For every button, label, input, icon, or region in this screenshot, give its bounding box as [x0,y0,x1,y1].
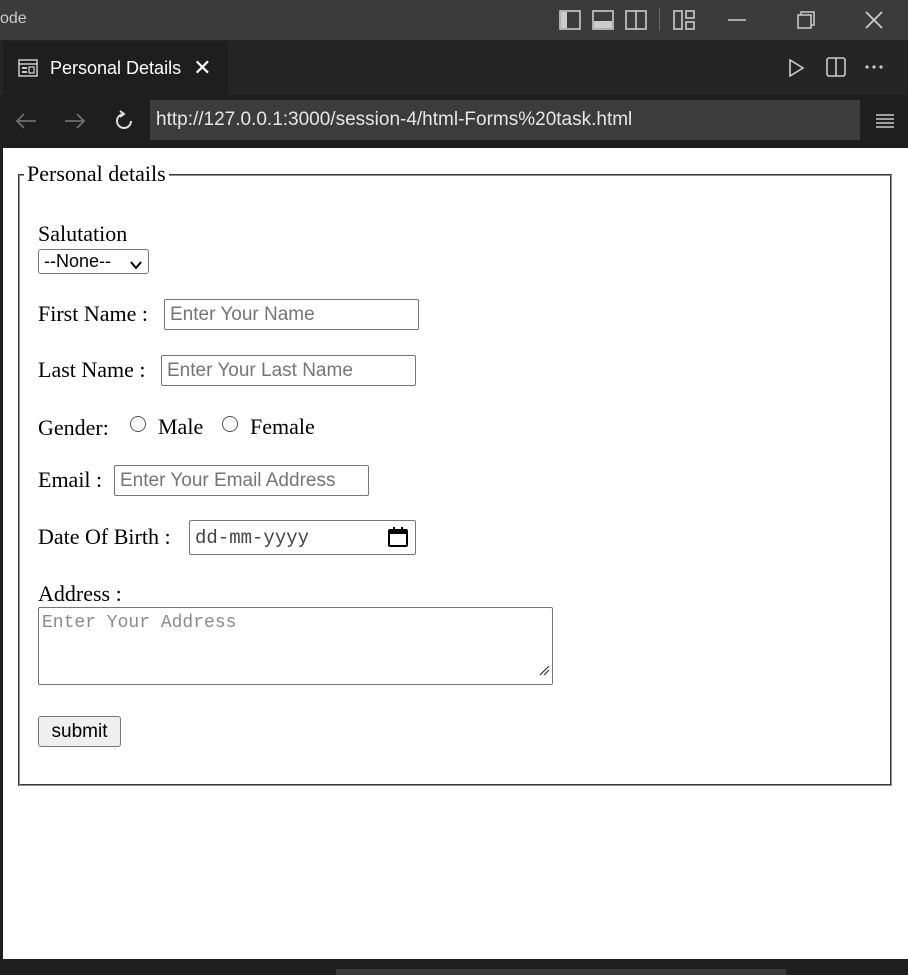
close-window-icon[interactable] [862,8,886,32]
salutation-label: Salutation [38,221,128,246]
toggle-secondary-sidebar-icon[interactable] [624,8,648,32]
restore-icon[interactable] [794,8,818,32]
address-textarea[interactable]: Enter Your Address [38,607,553,685]
url-input[interactable]: http://127.0.0.1:3000/session-4/html-For… [150,100,860,140]
salutation-selected-value: --None-- [44,251,112,271]
customize-layout-icon[interactable] [672,8,696,32]
last-name-label: Last Name : [38,357,146,382]
dob-placeholder: dd-mm-yyyy [195,527,310,549]
titlebar-separator [659,8,660,30]
run-icon[interactable] [784,56,808,80]
tab-personal-details[interactable]: Personal Details ✕ [3,41,228,95]
email-label: Email : [38,467,103,492]
preview-file-icon [18,58,38,78]
chevron-down-icon [129,255,143,276]
first-name-input[interactable]: Enter Your Name [164,299,419,330]
resize-grip-icon[interactable] [538,662,550,682]
gender-label: Gender: [38,415,109,440]
gender-male-radio[interactable] [130,416,146,432]
dob-label: Date Of Birth : [38,524,171,549]
horizontal-scrollbar[interactable] [336,969,786,975]
minimize-icon[interactable] [725,8,749,32]
more-actions-icon[interactable] [862,55,886,79]
first-name-label: First Name : [38,301,148,326]
back-arrow-icon[interactable] [12,107,40,135]
bottom-bar [0,959,908,975]
title-bar: ode [0,0,908,40]
calendar-icon[interactable] [387,526,409,554]
close-tab-icon[interactable]: ✕ [193,57,211,79]
last-name-input[interactable]: Enter Your Last Name [161,355,416,386]
salutation-select[interactable]: --None-- [38,249,149,274]
gender-female-label: Female [250,414,315,439]
menu-icon[interactable] [871,107,899,135]
tab-label: Personal Details [50,57,182,78]
browser-nav-bar: http://127.0.0.1:3000/session-4/html-For… [0,95,908,148]
split-editor-icon[interactable] [824,55,848,79]
gender-female-radio[interactable] [222,416,238,432]
app-name: ode [0,10,27,27]
gender-male-label: Male [158,414,204,439]
email-input[interactable]: Enter Your Email Address [114,465,369,496]
toggle-primary-sidebar-icon[interactable] [558,8,582,32]
address-placeholder: Enter Your Address [42,613,237,633]
forward-arrow-icon[interactable] [61,107,89,135]
address-label: Address : [38,581,122,606]
page-content: Personal details Salutation --None-- Fir… [3,148,908,959]
tab-bar: Personal Details ✕ [0,40,908,95]
submit-button[interactable]: submit [38,716,121,747]
toggle-panel-icon[interactable] [591,8,615,32]
reload-icon[interactable] [110,107,138,135]
dob-input[interactable]: dd-mm-yyyy [189,520,416,555]
fieldset-legend: Personal details [24,161,169,187]
